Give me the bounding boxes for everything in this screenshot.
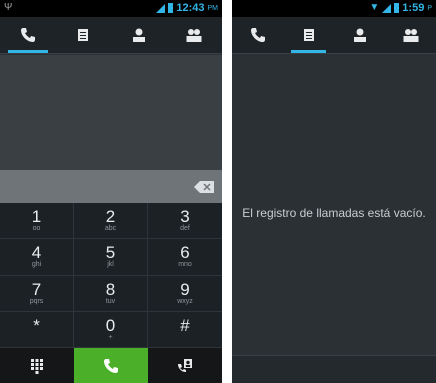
tab-bar bbox=[232, 17, 436, 54]
key-digit: # bbox=[180, 315, 190, 335]
backspace-icon[interactable] bbox=[194, 181, 214, 193]
dialer-action-bar bbox=[0, 348, 222, 383]
usb-icon: Ψ bbox=[4, 2, 13, 13]
call-log-screen: ▼ 1:59 P El registro de llamadas está va… bbox=[232, 0, 436, 383]
key-5[interactable]: 5 jkl bbox=[74, 239, 148, 276]
call-button[interactable] bbox=[74, 348, 148, 383]
key-hash[interactable]: # bbox=[148, 312, 222, 348]
key-digit: 2 bbox=[105, 207, 116, 227]
key-digit: 6 bbox=[180, 243, 190, 263]
keypad: 1 oo 2 abc 3 def 4 ghi 5 jkl 6 mno 7 pqrs 8 tuv … bbox=[0, 203, 222, 348]
dialer-screen: Ψ 12:43 PM 1 oo 2 abc 3 def 4 ghi 5 jkl … bbox=[0, 0, 222, 383]
phone-icon bbox=[20, 28, 35, 42]
key-digit: * bbox=[33, 315, 40, 335]
key-2[interactable]: 2 abc bbox=[74, 203, 148, 240]
status-ampm: PM bbox=[207, 4, 219, 12]
key-letters: oo bbox=[32, 225, 41, 233]
battery-icon bbox=[394, 3, 400, 13]
person-icon bbox=[132, 28, 145, 42]
key-6[interactable]: 6 mno bbox=[148, 239, 222, 276]
battery-icon bbox=[168, 3, 174, 13]
key-1[interactable]: 1 oo bbox=[0, 203, 74, 240]
key-letters: + bbox=[108, 333, 113, 341]
key-letters: tuv bbox=[105, 297, 116, 305]
key-digit: 9 bbox=[180, 279, 190, 299]
wifi-icon: ▼ bbox=[369, 2, 380, 13]
key-digit: 1 bbox=[31, 207, 42, 227]
status-ampm: P bbox=[427, 4, 432, 12]
bottom-bar bbox=[232, 355, 436, 383]
key-9[interactable]: 9 wxyz bbox=[148, 276, 222, 312]
key-digit: 4 bbox=[31, 243, 42, 263]
group-icon bbox=[186, 29, 202, 42]
list-icon bbox=[78, 29, 89, 41]
contact-card-button[interactable] bbox=[148, 348, 222, 383]
status-time: 1:59 bbox=[402, 2, 425, 14]
key-digit: 5 bbox=[105, 243, 116, 263]
key-digit: 8 bbox=[105, 279, 116, 299]
number-entry-bar bbox=[0, 170, 222, 203]
status-time: 12:43 bbox=[176, 2, 205, 14]
key-0[interactable]: 0 + bbox=[74, 311, 148, 348]
digits-display[interactable] bbox=[0, 55, 222, 170]
tab-contacts[interactable] bbox=[111, 17, 167, 53]
key-digit: 0 bbox=[105, 315, 116, 335]
tab-bar bbox=[0, 17, 222, 54]
key-letters: wxyz bbox=[177, 297, 193, 305]
tab-call-log[interactable] bbox=[283, 17, 334, 53]
tab-favorites[interactable] bbox=[167, 17, 223, 53]
signal-icon bbox=[382, 3, 392, 13]
key-digit: 3 bbox=[180, 207, 190, 227]
group-icon bbox=[403, 29, 418, 42]
key-letters: mno bbox=[178, 261, 192, 269]
key-4[interactable]: 4 ghi bbox=[0, 239, 74, 276]
tab-favorites[interactable] bbox=[385, 17, 436, 53]
key-star[interactable]: * bbox=[0, 311, 74, 348]
status-bar: ▼ 1:59 P bbox=[232, 0, 436, 17]
phone-icon bbox=[250, 28, 265, 42]
key-letters: jkl bbox=[107, 261, 114, 269]
tab-phone[interactable] bbox=[232, 17, 283, 53]
key-letters: pqrs bbox=[29, 297, 44, 305]
tab-phone[interactable] bbox=[0, 17, 56, 53]
call-icon bbox=[104, 358, 118, 373]
person-icon bbox=[353, 28, 366, 42]
tab-contacts[interactable] bbox=[334, 17, 385, 53]
status-bar: Ψ 12:43 PM bbox=[0, 0, 222, 17]
key-7[interactable]: 7 pqrs bbox=[0, 275, 74, 312]
contact-card-icon bbox=[178, 358, 192, 372]
dialpad-button[interactable] bbox=[0, 348, 74, 383]
call-log-list: El registro de llamadas está vacío. bbox=[232, 55, 436, 355]
key-letters: abc bbox=[104, 225, 117, 233]
tab-call-log[interactable] bbox=[56, 17, 112, 53]
key-8[interactable]: 8 tuv bbox=[74, 275, 148, 312]
empty-call-log-message: El registro de llamadas está vacío. bbox=[242, 206, 426, 220]
signal-icon bbox=[156, 3, 166, 13]
list-icon bbox=[303, 29, 314, 41]
key-3[interactable]: 3 def bbox=[148, 203, 222, 240]
dialpad-icon bbox=[31, 358, 43, 374]
key-digit: 7 bbox=[31, 279, 42, 299]
key-letters: def bbox=[180, 225, 190, 233]
key-letters: ghi bbox=[31, 261, 42, 269]
